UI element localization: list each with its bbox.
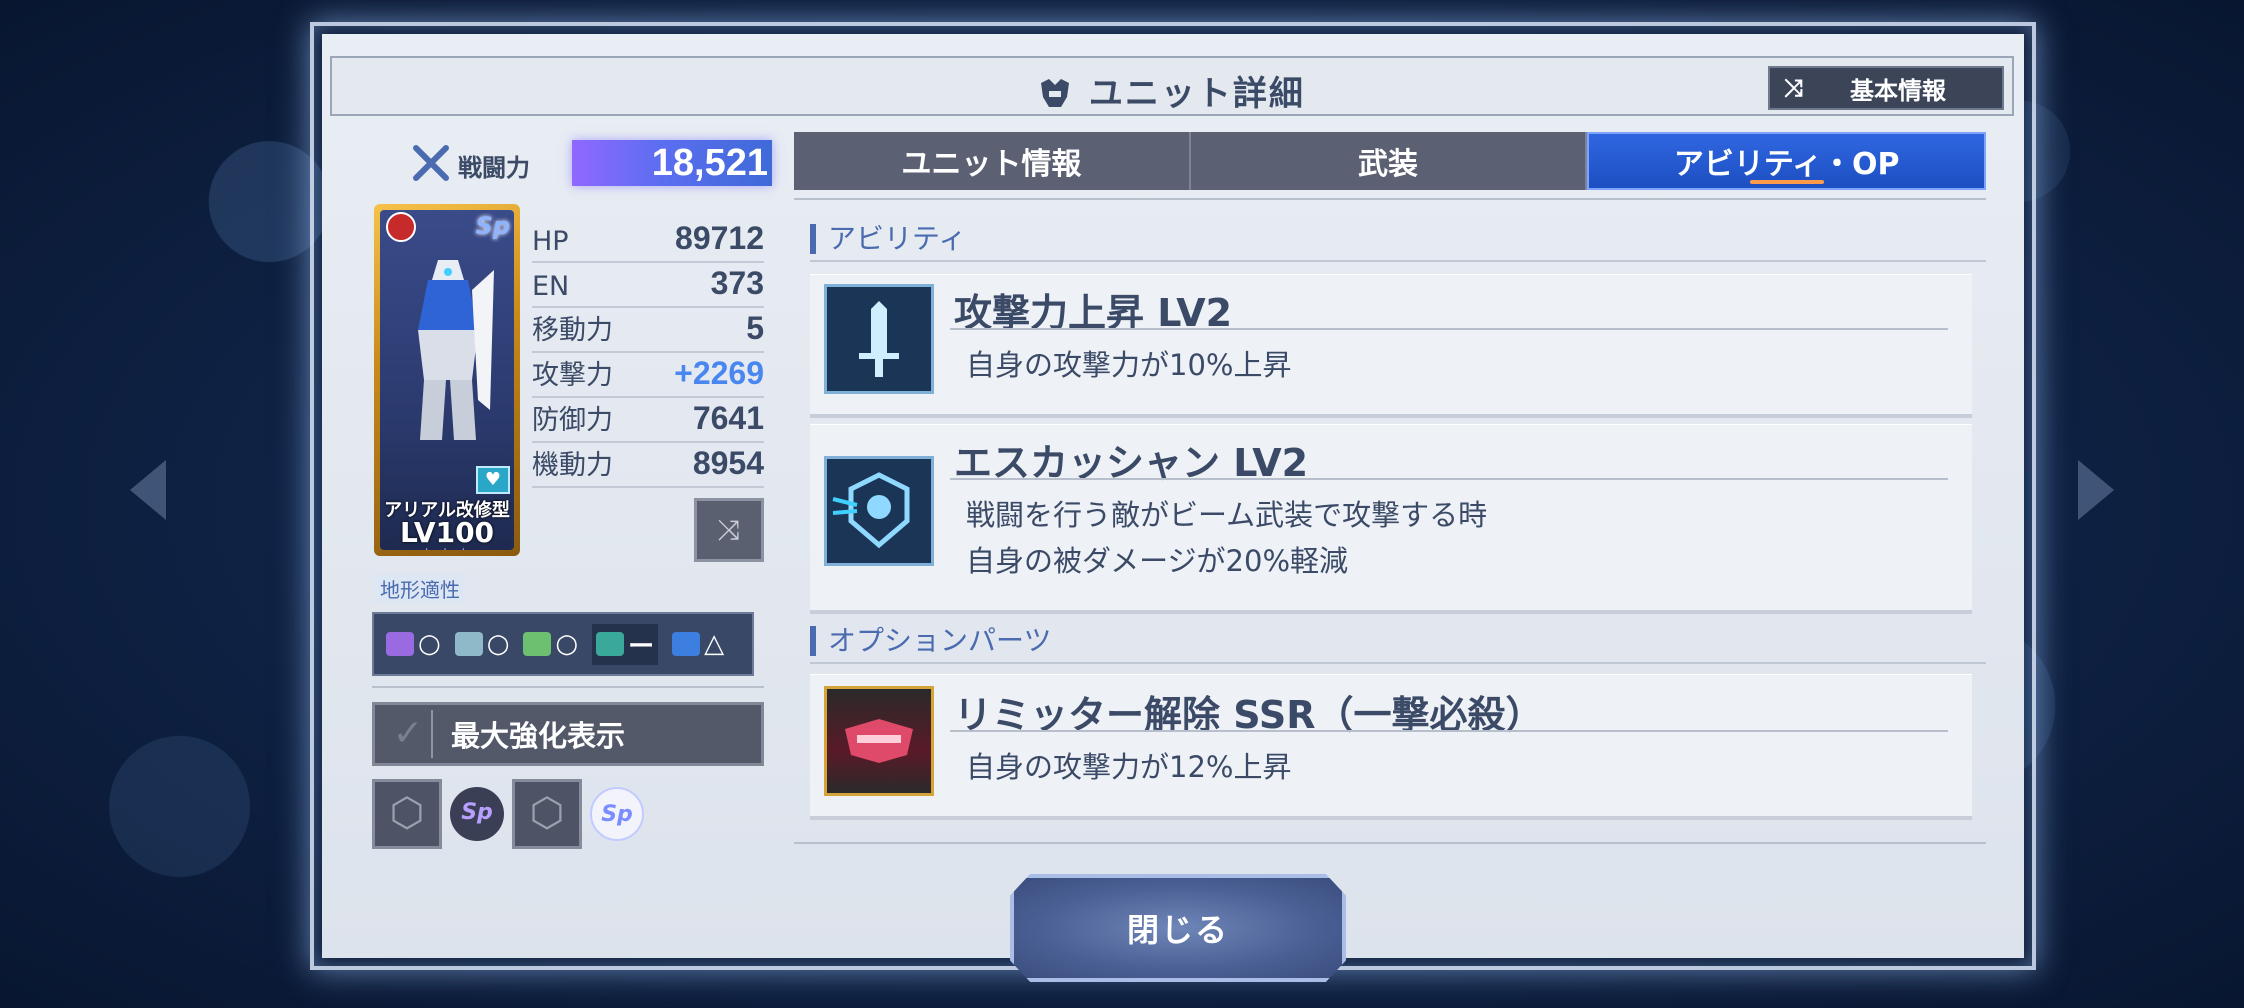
dialog-header: ユニット詳細 (330, 56, 2014, 116)
swap-unit-button[interactable]: ⤨ (694, 498, 764, 562)
sword-icon (824, 284, 934, 394)
stat-value: 5 (746, 310, 764, 346)
shield-icon-graphic (832, 472, 910, 549)
close-button[interactable]: 閉じる (1010, 874, 1346, 982)
basic-info-label: 基本情報 (1850, 76, 1946, 105)
basic-info-button[interactable]: ⤨ 基本情報 (1768, 66, 2004, 110)
shuffle-icon: ⤨ (717, 513, 741, 546)
ability-description: 自身の被ダメージが20%軽減 (966, 544, 1349, 578)
stat-value: 7641 (692, 400, 764, 436)
terrain-water: ー (592, 623, 659, 665)
divider (794, 198, 1986, 200)
terrain-mark: ー (628, 631, 655, 662)
limiter-part-icon (824, 686, 934, 796)
tab-weapons[interactable]: 武装 (1190, 132, 1588, 190)
option-section-heading: オプションパーツ (810, 626, 1051, 656)
shuffle-icon: ⤨ (1784, 74, 1804, 102)
unit-card[interactable]: Sp ♥ アリアル改修型 LV100 ★★★ (374, 204, 520, 556)
stat-label: 攻撃力 (532, 360, 613, 391)
hexagon-icon: ⬡ (389, 790, 425, 836)
prev-arrow-icon[interactable] (130, 460, 166, 520)
tab-ability-op[interactable]: アビリティ・OP (1587, 132, 1987, 190)
stat-label: 防御力 (532, 405, 613, 436)
underwater-terrain-icon (672, 632, 701, 656)
ability-item-1[interactable]: 攻撃力上昇 LV2 自身の攻撃力が10%上昇 (810, 274, 1972, 418)
stat-row-attack: 攻撃力 +2269 (532, 353, 764, 398)
empty-slot-1[interactable]: ⬡ (372, 779, 442, 849)
divider (950, 328, 1948, 330)
divider (810, 662, 1986, 664)
sword-icon-graphic (859, 301, 899, 377)
terrain-mark: △ (704, 629, 725, 659)
hexagon-icon: ⬡ (529, 790, 565, 836)
divider (794, 842, 1986, 844)
divider (810, 260, 1986, 262)
shield-icon (824, 456, 934, 566)
stat-value: 373 (710, 265, 764, 301)
ability-description: 自身の攻撃力が10%上昇 (966, 348, 1292, 382)
divider (372, 686, 764, 688)
stat-value: 8954 (692, 445, 764, 481)
space-terrain-icon (386, 632, 414, 656)
checkbox-icon[interactable]: ✓ (385, 710, 433, 758)
stat-label: 機動力 (532, 450, 613, 481)
terrain-mark: ○ (418, 629, 441, 659)
close-button-label: 閉じる (1126, 911, 1229, 949)
stat-label: EN (532, 271, 570, 302)
sp-slot-badge-2: Sp (590, 787, 644, 841)
terrain-ground: ○ (523, 629, 578, 659)
stat-row-hp: HP 89712 (532, 218, 764, 263)
unit-stars: ★★★ (380, 544, 514, 550)
empty-slot-2[interactable]: ⬡ (512, 779, 582, 849)
max-enhance-toggle[interactable]: ✓ 最大強化表示 (372, 702, 764, 766)
stats-list: HP 89712 EN 373 移動力 5 攻撃力 +2269 防御力 7641… (532, 218, 764, 488)
option-part-item[interactable]: リミッター解除 SSR（一撃必殺） 自身の攻撃力が12%上昇 (810, 674, 1972, 820)
combat-power-label: 戦闘力 (458, 154, 530, 182)
ability-section-heading: アビリティ (810, 224, 966, 254)
tab-unit-info[interactable]: ユニット情報 (794, 132, 1191, 190)
combat-power-row: 戦闘力 18,521 (412, 140, 772, 186)
detail-tabs: ユニット情報 武装 アビリティ・OP (794, 132, 1987, 190)
ability-item-2[interactable]: エスカッシャン LV2 戦闘を行う敵がビーム武装で攻撃する時 自身の被ダメージが… (810, 424, 1972, 614)
max-enhance-label: 最大強化表示 (451, 719, 626, 753)
terrain-aptitude: ○ ○ ○ ー △ (372, 612, 754, 676)
ability-description: 戦闘を行う敵がビーム武装で攻撃する時 (966, 498, 1488, 532)
option-part-description: 自身の攻撃力が12%上昇 (966, 750, 1292, 784)
stat-row-en: EN 373 (532, 263, 764, 308)
terrain-mark: ○ (555, 629, 579, 659)
stat-row-mobility: 機動力 8954 (532, 443, 764, 488)
terrain-label: 地形適性 (374, 574, 466, 603)
next-arrow-icon[interactable] (2078, 460, 2114, 520)
sp-badge: Sp (475, 212, 510, 240)
limiter-part-graphic (845, 719, 913, 763)
air-terrain-icon (454, 632, 483, 656)
stat-value: 89712 (675, 220, 764, 256)
stat-value: +2269 (674, 355, 764, 391)
crossed-swords-icon (413, 145, 449, 181)
terrain-air: ○ (454, 629, 510, 659)
equipment-slots: ⬡ Sp ⬡ Sp (372, 778, 644, 850)
attribute-badge-icon (386, 212, 416, 242)
stat-row-defense: 防御力 7641 (532, 398, 764, 443)
combat-power-value: 18,521 (651, 142, 768, 184)
unit-portrait: Sp ♥ アリアル改修型 LV100 ★★★ (380, 210, 514, 550)
divider (950, 478, 1948, 480)
favorite-heart-icon: ♥ (476, 466, 510, 494)
divider (950, 730, 1948, 732)
water-terrain-icon (596, 632, 625, 656)
stat-row-move: 移動力 5 (532, 308, 764, 353)
dialog-title-text: ユニット詳細 (1088, 74, 1305, 114)
terrain-mark: ○ (486, 629, 510, 659)
stat-label: HP (532, 226, 569, 257)
terrain-space: ○ (386, 629, 441, 659)
ground-terrain-icon (523, 632, 552, 656)
dialog-title: ユニット詳細 (332, 66, 2012, 115)
unit-head-icon (1041, 79, 1070, 107)
combat-power-bar: 18,521 (572, 140, 772, 186)
stat-label: 移動力 (532, 315, 613, 346)
sp-slot-badge-1: Sp (450, 787, 504, 841)
terrain-underwater: △ (672, 629, 724, 659)
unit-robot-image (418, 260, 494, 440)
